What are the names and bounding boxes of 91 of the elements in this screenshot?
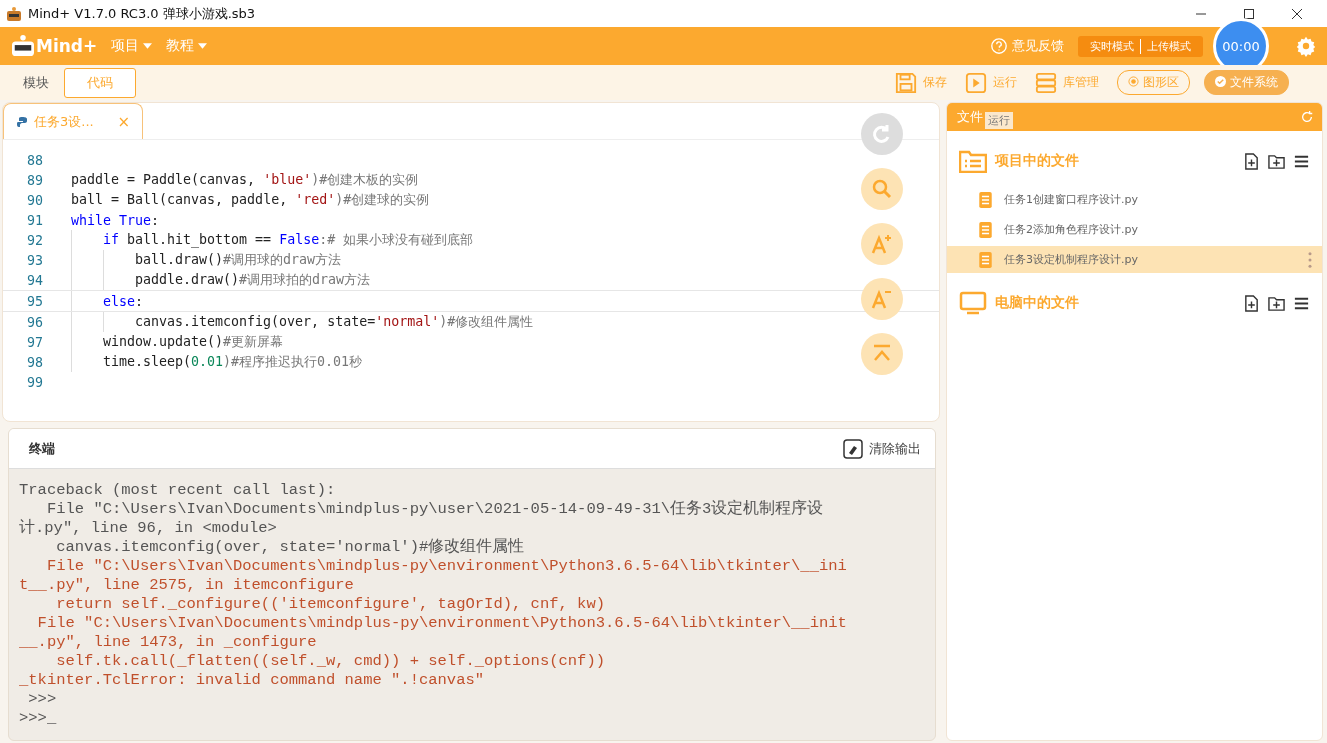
terminal-line: _tkinter.TclError: invalid command name ".!canvas"	[19, 671, 486, 690]
file-icon	[979, 221, 992, 238]
section-title: 电脑中的文件	[995, 294, 1079, 312]
terminal-line: 计.py", line 96, in <module>	[19, 519, 278, 538]
stacked-drawers-icon	[1035, 71, 1057, 94]
menu-item[interactable]: 教程	[166, 37, 208, 55]
settings-icon[interactable]	[1295, 35, 1317, 57]
terminal-line: File "C:\Users\Ivan\Documents\mindplus-py\user\2021-05-14-09-49-31\任务3设定机制程序设	[45, 500, 825, 519]
file-item[interactable]: 任务3设定机制程序设计.py	[947, 246, 1322, 273]
caret-icon	[198, 43, 208, 49]
caret-icon	[143, 43, 153, 49]
line-number: 99	[26, 374, 44, 390]
terminal-line: return self._configure(('itemconfigure', tagOrId), cnf, kw)	[55, 595, 606, 614]
maximize-icon[interactable]	[1243, 7, 1255, 20]
new-folder-icon[interactable]	[1268, 152, 1285, 170]
close-tab-icon[interactable]: ×	[117, 112, 130, 131]
font-decrease-button[interactable]	[861, 278, 903, 320]
line-number: 91	[26, 212, 44, 228]
close-icon[interactable]	[1291, 7, 1303, 20]
terminal-title: 终端	[29, 439, 55, 458]
line-number: 98	[26, 354, 44, 370]
terminal-line: File "C:\Users\Ivan\Documents\mindplus-py\environment\Python3.6.5-64\lib\tkinter\__ini	[45, 557, 848, 576]
mode-button[interactable]: 上传模式	[1140, 38, 1197, 54]
window-title: Mind+ V1.7.0 RC3.0 弹球小游戏.sb3	[28, 4, 256, 23]
tooltip: 运行	[985, 112, 1013, 129]
view-tab[interactable]: 模块	[8, 67, 64, 98]
code-line: canvas.itemconfig(over, state='normal')#修改组件属性	[135, 313, 534, 331]
terminal-line: canvas.itemconfig(over, state='normal')#修改组件属性	[55, 538, 526, 557]
line-number: 90	[26, 192, 44, 208]
python-icon	[16, 115, 28, 128]
code-line: time.sleep(0.01)#程序推迟执行0.01秒	[103, 353, 363, 371]
line-number: 89	[26, 172, 44, 188]
robot-logo-icon	[10, 35, 36, 57]
new-file-icon[interactable]	[1243, 294, 1260, 312]
terminal-line: self.tk.call(_flatten((self._w, cmd)) + self._options(cnf))	[55, 652, 606, 671]
new-folder-icon[interactable]	[1268, 294, 1285, 312]
terminal-line: Traceback (most recent call last):	[19, 481, 337, 500]
file-item[interactable]: 任务1创建窗口程序设计.py	[947, 186, 1322, 213]
line-number: 93	[26, 252, 44, 268]
brand-name: Mind+	[36, 36, 98, 56]
mode-button[interactable]: 实时模式	[1084, 38, 1140, 54]
refresh-icon[interactable]	[1300, 110, 1314, 124]
code-line: ball = Ball(canvas, paddle, 'red')#创建球的实例	[71, 191, 430, 209]
line-number: 94	[26, 272, 44, 288]
view-tab[interactable]: 代码	[64, 67, 136, 98]
line-number: 95	[26, 293, 44, 309]
clear-output-button[interactable]: 清除输出	[843, 438, 921, 459]
help-icon	[990, 37, 1008, 55]
menu-item[interactable]: 项目	[111, 37, 153, 55]
app-icon	[6, 5, 22, 22]
line-number: 92	[26, 232, 44, 248]
file-icon	[979, 251, 992, 268]
code-line: paddle = Paddle(canvas, 'blue')#创建木板的实例	[71, 171, 419, 189]
line-number: 96	[26, 314, 44, 330]
terminal-line: >>>	[27, 690, 58, 709]
code-line: paddle.draw()#调用球拍的draw方法	[135, 271, 371, 289]
new-file-icon[interactable]	[1243, 152, 1260, 170]
stage-toggle[interactable]: 图形区	[1117, 70, 1190, 95]
more-icon[interactable]	[1308, 251, 1312, 268]
panel-title: 文件	[957, 108, 983, 126]
file-item[interactable]: 任务2添加角色程序设计.py	[947, 216, 1322, 243]
search-button[interactable]	[861, 168, 903, 210]
code-line: ball.draw()#调用球的draw方法	[135, 251, 342, 269]
scroll-top-button[interactable]	[861, 333, 903, 375]
check-icon	[1215, 76, 1226, 87]
line-number: 88	[26, 152, 44, 168]
folder-list-icon	[959, 149, 987, 173]
play-icon	[965, 71, 987, 94]
search-icon	[870, 177, 894, 201]
file-tab[interactable]: 任务3设... ×	[3, 103, 143, 139]
terminal-line: t__.py", line 2575, in itemconfigure	[19, 576, 355, 595]
file-icon	[979, 191, 992, 208]
monitor-icon	[959, 291, 987, 315]
library-button[interactable]: 库管理	[1035, 71, 1099, 94]
save-button[interactable]: 保存	[895, 71, 947, 94]
font-increase-icon	[870, 232, 894, 256]
code-line: if ball.hit_bottom == False:# 如果小球没有碰到底部	[103, 231, 474, 249]
code-line: window.update()#更新屏幕	[103, 333, 284, 351]
terminal-line: >>>_	[19, 709, 58, 728]
code-line: while True:	[71, 212, 160, 228]
code-line: else:	[103, 293, 144, 309]
file-system-toggle[interactable]: 文件系统	[1204, 70, 1289, 95]
section-title: 项目中的文件	[995, 152, 1079, 170]
terminal-line: File "C:\Users\Ivan\Documents\mindplus-py\environment\Python3.6.5-64\lib\tkinter\__init	[36, 614, 848, 633]
font-increase-button[interactable]	[861, 223, 903, 265]
feedback-link[interactable]: 意见反馈	[1012, 37, 1064, 55]
run-button[interactable]: 运行	[965, 71, 1017, 94]
eraser-icon	[843, 438, 863, 459]
line-number: 97	[26, 334, 44, 350]
terminal-line: __.py", line 1473, in _configure	[19, 633, 318, 652]
radio-icon	[1128, 76, 1139, 87]
